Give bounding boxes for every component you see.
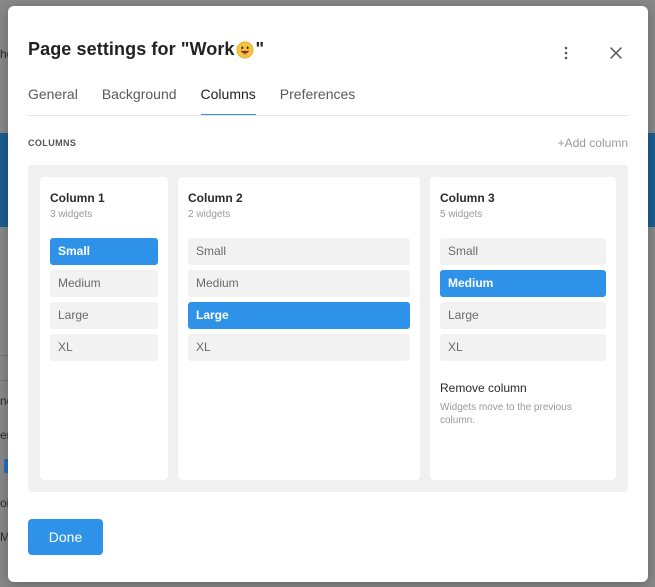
size-option-xl[interactable]: XL: [440, 334, 606, 361]
remove-column-description: Widgets move to the previous column.: [440, 402, 572, 426]
size-option-small[interactable]: Small: [50, 238, 158, 265]
column-widget-count: 5 widgets: [440, 209, 483, 220]
column-title: Column 2: [188, 191, 243, 205]
tab-columns[interactable]: Columns: [200, 86, 256, 115]
settings-tabs: General Background Columns Preferences: [28, 86, 628, 116]
size-option-medium[interactable]: Medium: [440, 270, 606, 297]
size-option-medium[interactable]: Medium: [50, 270, 158, 297]
close-icon: [610, 47, 622, 59]
column-card-1: Column 1 3 widgets Small Medium Large XL: [40, 177, 168, 480]
done-button[interactable]: Done: [28, 519, 103, 555]
columns-section-label: COLUMNS: [28, 138, 77, 148]
size-option-large[interactable]: Large: [50, 302, 158, 329]
more-options-button[interactable]: [554, 41, 578, 65]
column-size-options: Small Medium Large XL: [50, 238, 158, 361]
dialog-title-suffix: ": [255, 39, 265, 59]
size-option-xl[interactable]: XL: [188, 334, 410, 361]
column-size-options: Small Medium Large XL: [440, 238, 606, 361]
column-widget-count: 3 widgets: [50, 209, 93, 220]
vertical-dots-icon: [564, 46, 568, 60]
size-option-small[interactable]: Small: [440, 238, 606, 265]
remove-column-button[interactable]: Remove column: [440, 381, 606, 395]
column-card-3: Column 3 5 widgets Small Medium Large XL…: [430, 177, 616, 480]
column-title: Column 1: [50, 191, 105, 205]
column-widget-count: 2 widgets: [188, 209, 231, 220]
size-option-large[interactable]: Large: [440, 302, 606, 329]
page-settings-dialog: Page settings for "Work " General Backgr…: [8, 6, 648, 582]
dialog-title-text: Page settings for "Work: [28, 39, 235, 59]
tab-preferences[interactable]: Preferences: [280, 86, 355, 115]
column-title: Column 3: [440, 191, 495, 205]
column-card-2: Column 2 2 widgets Small Medium Large XL: [178, 177, 420, 480]
tab-background[interactable]: Background: [102, 86, 177, 115]
column-size-options: Small Medium Large XL: [188, 238, 410, 361]
grinning-face-emoji-icon: [236, 41, 254, 58]
dialog-title: Page settings for "Work ": [28, 39, 264, 60]
size-option-xl[interactable]: XL: [50, 334, 158, 361]
size-option-large[interactable]: Large: [188, 302, 410, 329]
size-option-medium[interactable]: Medium: [188, 270, 410, 297]
size-option-small[interactable]: Small: [188, 238, 410, 265]
add-column-button[interactable]: +Add column: [558, 136, 628, 150]
close-button[interactable]: [604, 41, 628, 65]
tab-general[interactable]: General: [28, 86, 78, 115]
columns-area: Column 1 3 widgets Small Medium Large XL…: [28, 165, 628, 492]
